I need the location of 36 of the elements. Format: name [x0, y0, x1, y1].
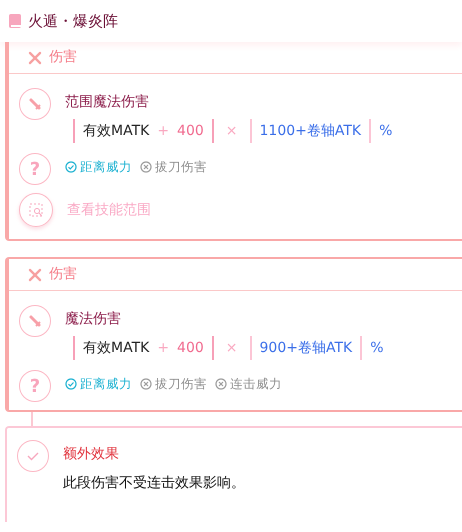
- formula-ratio: 900+卷轴ATK: [260, 338, 352, 358]
- plus-sign: +: [157, 338, 170, 358]
- page-title: 火遁・爆炎阵: [28, 10, 118, 32]
- formula-ratio: 1100+卷轴ATK: [260, 122, 362, 140]
- effect-description: 此段伤害不受连击效果影响。: [63, 474, 245, 493]
- plus-sign: +: [157, 122, 170, 140]
- check-circle-icon: [65, 161, 77, 174]
- sword-icon: [27, 96, 43, 112]
- tag-label: 拔刀伤害: [155, 374, 207, 393]
- sword-icon: [27, 313, 43, 329]
- times-sign: ×: [226, 338, 238, 358]
- tag-label: 连击威力: [230, 374, 282, 393]
- section-heading: 伤害: [49, 48, 77, 67]
- tag-label: 拔刀伤害: [155, 158, 207, 176]
- cross-circle-icon: [140, 378, 152, 390]
- check-circle-icon: [65, 378, 77, 390]
- tag-label: 距离威力: [80, 374, 132, 393]
- formula-constant: 400: [177, 338, 204, 358]
- formula-term: 有效MATK: [83, 338, 150, 358]
- times-sign: ×: [226, 122, 238, 140]
- zoom-area-icon: [29, 203, 43, 217]
- help-mark: ?: [30, 374, 40, 398]
- damage-name: 范围魔法伤害: [65, 93, 150, 112]
- damage-name: 魔法伤害: [65, 310, 122, 329]
- percent-unit: %: [370, 338, 384, 358]
- book-icon: [8, 13, 22, 29]
- cross-circle-icon: [140, 161, 152, 174]
- formula-constant: 400: [177, 122, 204, 140]
- view-range-link[interactable]: 查看技能范围: [67, 200, 151, 220]
- section-heading: 伤害: [49, 265, 77, 284]
- help-mark: ?: [30, 158, 40, 182]
- effect-title: 额外效果: [63, 445, 120, 464]
- cross-circle-icon: [215, 378, 227, 390]
- percent-unit: %: [379, 122, 392, 140]
- formula-term: 有效MATK: [83, 122, 150, 140]
- tag-label: 距离威力: [80, 158, 132, 176]
